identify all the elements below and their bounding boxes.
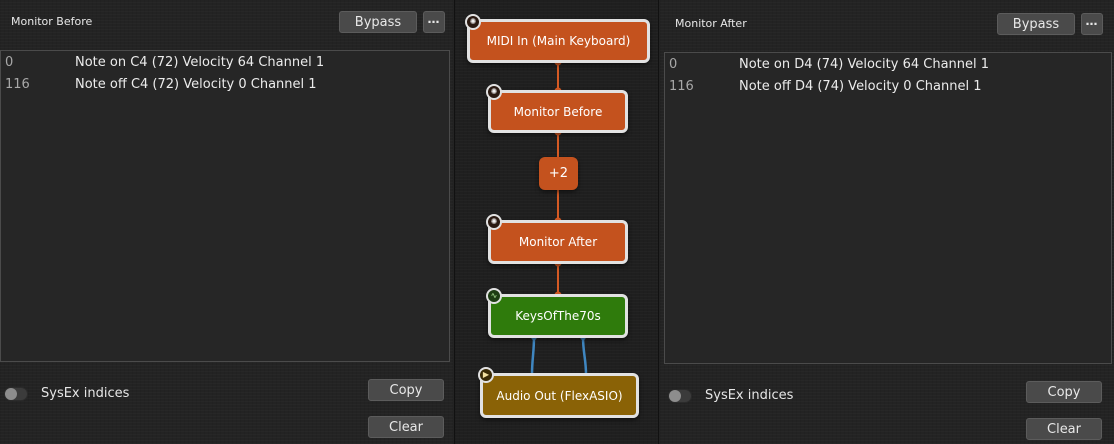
log-message: Note off C4 (72) Velocity 0 Channel 1 (75, 77, 317, 92)
toggle-knob (5, 388, 17, 400)
more-options-button[interactable]: ⋯ (423, 11, 445, 33)
midi-event-log[interactable]: 0 Note on C4 (72) Velocity 64 Channel 1 … (0, 50, 450, 362)
panel-title: Monitor Before (11, 15, 93, 28)
speaker-icon: ▶ (478, 367, 494, 383)
node-monitor-before[interactable]: Monitor Before (488, 90, 628, 133)
node-transpose[interactable]: +2 (539, 157, 578, 190)
midi-event-log[interactable]: 0 Note on D4 (74) Velocity 64 Channel 1 … (664, 52, 1112, 364)
log-time: 0 (669, 57, 678, 72)
audio-wire-right[interactable] (581, 336, 588, 375)
clear-button[interactable]: Clear (1026, 418, 1102, 440)
node-audio-out[interactable]: Audio Out (FlexASIO) (480, 373, 639, 418)
log-message: Note on C4 (72) Velocity 64 Channel 1 (75, 55, 325, 70)
log-time: 0 (5, 55, 14, 70)
sysex-indices-toggle[interactable] (668, 389, 692, 403)
monitor-after-panel: Monitor After Bypass ⋯ 0 Note on D4 (74)… (660, 0, 1114, 444)
sysex-indices-toggle[interactable] (4, 387, 28, 401)
clear-button[interactable]: Clear (368, 416, 444, 438)
bypass-button[interactable]: Bypass (997, 13, 1075, 35)
node-label: KeysOfThe70s (515, 309, 601, 323)
node-monitor-after[interactable]: Monitor After (488, 220, 628, 264)
node-midi-in[interactable]: MIDI In (Main Keyboard) (467, 19, 650, 63)
node-label: +2 (548, 166, 569, 181)
midi-din-icon: ✺ (465, 14, 481, 30)
more-options-button[interactable]: ⋯ (1081, 13, 1103, 35)
log-message: Note on D4 (74) Velocity 64 Channel 1 (739, 57, 990, 72)
app-window: Monitor Before Bypass ⋯ 0 Note on C4 (72… (0, 0, 1114, 444)
log-message: Note off D4 (74) Velocity 0 Channel 1 (739, 79, 982, 94)
node-label: MIDI In (Main Keyboard) (486, 34, 631, 48)
monitor-before-panel: Monitor Before Bypass ⋯ 0 Note on C4 (72… (0, 0, 453, 444)
sysex-indices-label: SysEx indices (705, 388, 794, 403)
copy-button[interactable]: Copy (368, 379, 444, 401)
log-time: 116 (669, 79, 694, 94)
routing-graph-panel[interactable]: MIDI In (Main Keyboard) ✺ Monitor Before… (454, 0, 659, 444)
midi-din-icon: ✺ (486, 84, 502, 100)
node-synth[interactable]: KeysOfThe70s (488, 294, 628, 338)
bypass-button[interactable]: Bypass (339, 11, 417, 33)
node-label: Audio Out (FlexASIO) (496, 388, 623, 403)
midi-din-icon: ✺ (486, 214, 502, 230)
toggle-knob (669, 390, 681, 402)
waveform-icon: ∿ (486, 288, 502, 304)
log-time: 116 (5, 77, 30, 92)
audio-wire-left[interactable] (530, 336, 536, 375)
node-label: Monitor After (518, 235, 598, 249)
node-label: Monitor Before (513, 104, 603, 119)
copy-button[interactable]: Copy (1026, 381, 1102, 403)
sysex-indices-label: SysEx indices (41, 386, 130, 401)
panel-title: Monitor After (675, 17, 747, 30)
